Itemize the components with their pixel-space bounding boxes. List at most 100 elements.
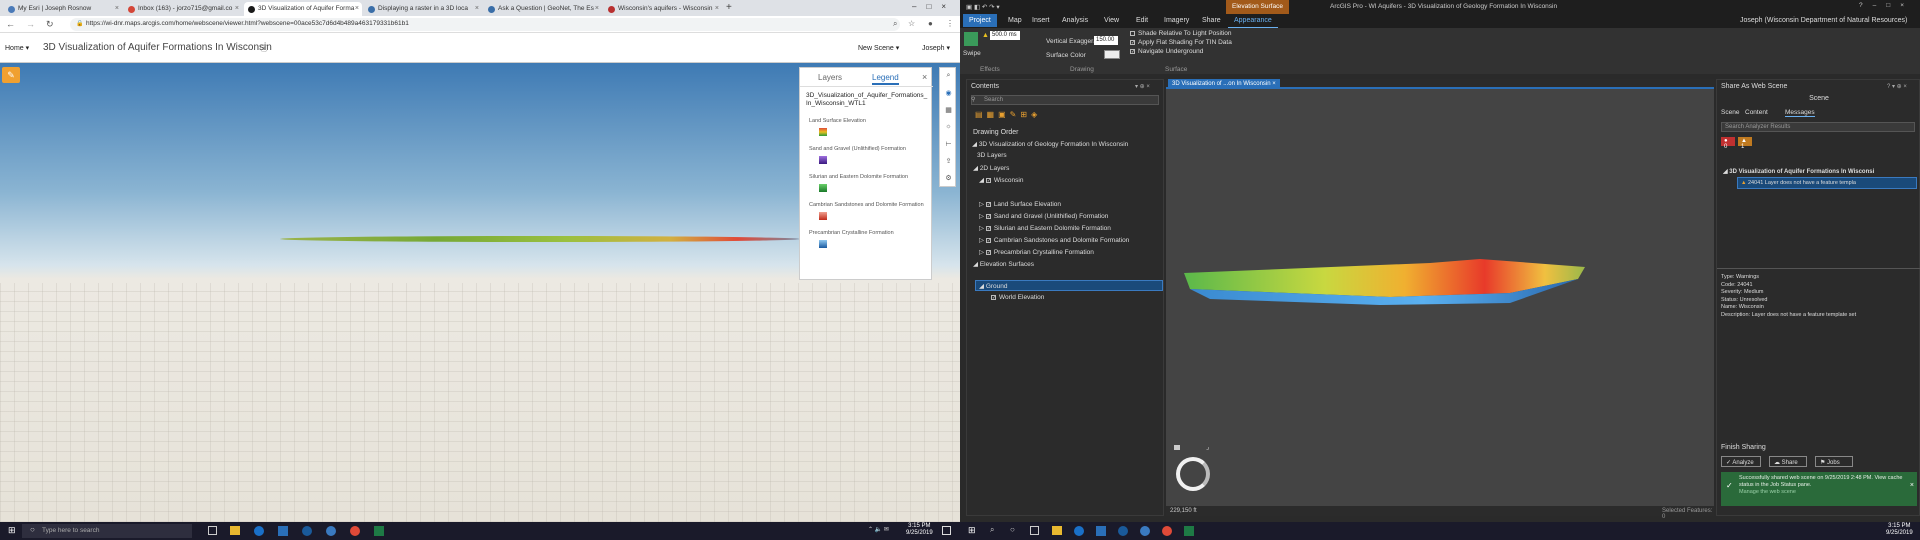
window-controls[interactable]: –□× [912,2,956,11]
contents-toolbar-icons[interactable]: ▤▦▣✎⊞◈ [975,110,1041,119]
notification-icon[interactable] [942,526,951,535]
checkbox-checked[interactable]: ✓ [985,237,991,243]
share-icon[interactable]: ⇪ [944,157,953,166]
tab-analysis[interactable]: Analysis [1062,17,1088,24]
close-icon[interactable]: × [715,5,719,12]
warning-message-row[interactable]: ▲ 24041 Layer does not have a feature te… [1737,177,1917,189]
tab-scene[interactable]: Scene [1721,109,1739,116]
browser-tab[interactable]: Inbox (163) - jorzo715@gmail.co × [124,2,242,16]
quick-access-icons[interactable]: ▣ ◧ ↶ ↷ ▾ [966,3,1000,11]
message-group-title[interactable]: ◢ 3D Visualization of Aquifer Formations… [1723,168,1917,175]
tab-share[interactable]: Share [1202,17,1221,24]
tab-edit[interactable]: Edit [1136,17,1148,24]
search-icon[interactable]: ⌕ [944,72,953,81]
jobs-button[interactable]: ⚑ Jobs [1815,456,1853,467]
window-controls[interactable]: ?–□× [1859,2,1914,9]
map-tab[interactable]: 3D Visualization of ...on In Wisconsin × [1168,79,1280,89]
filter-icon[interactable]: ⚲ [971,96,975,103]
info-icon[interactable]: ⓘ [260,43,268,54]
layer-precambrian[interactable]: ▷ ✓ Precambrian Crystalline Formation [979,248,1094,256]
reload-icon[interactable]: ↻ [46,19,54,30]
new-tab-button[interactable]: + [726,2,732,13]
contents-search[interactable]: Search [971,95,1159,105]
map-node[interactable]: ◢ 3D Visualization of Geology Formation … [972,140,1128,148]
browser-tab[interactable]: Wisconsin's aquifers - Wisconsin × [604,2,722,16]
flat-shading-checkbox[interactable]: ✓ Apply Flat Shading For TIN Data [1130,39,1232,46]
clock[interactable]: 3:15 PM 9/25/2019 [1886,523,1913,537]
edge-icon[interactable] [302,526,312,536]
account-icon[interactable]: ● [928,19,933,28]
browser-tab[interactable]: Ask a Question | GeoNet, The Es × [484,2,602,16]
edge-icon[interactable] [254,526,264,536]
shade-checkbox[interactable]: Shade Relative To Light Position [1130,30,1231,37]
settings-icon[interactable]: ⚙ [944,174,953,183]
tab-messages[interactable]: Messages [1785,109,1815,117]
map-view[interactable]: 3D Visualization of ...on In Wisconsin ×… [1166,79,1714,520]
layer-cambrian[interactable]: ▷ ✓ Cambrian Sandstones and Dolomite Form… [979,236,1129,244]
excel-icon[interactable] [1184,526,1194,536]
cortana-icon[interactable]: ○ [1010,525,1015,534]
surface-color-picker[interactable] [1104,50,1120,59]
group-elevation-surfaces[interactable]: ◢ Elevation Surfaces [973,260,1034,268]
pane-controls[interactable]: ? ▾ ⊕ × [1887,83,1907,90]
analyzer-search[interactable]: Search Analyzer Results [1721,122,1915,132]
navigate-underground-checkbox[interactable]: ✓ Navigate Underground [1130,48,1203,55]
clock[interactable]: 3:15 PM 9/25/2019 [906,523,933,537]
close-icon[interactable]: × [922,72,927,82]
layers-icon[interactable]: ◉ [944,89,953,98]
browser-tab[interactable]: My Esri | Joseph Rosnow × [4,2,122,16]
home-menu[interactable]: Home ▾ [5,44,29,52]
tray-icons[interactable]: ⌃ 🔈 ✉ [868,526,889,533]
layer-silurian[interactable]: ▷ ✓ Silurian and Eastern Dolomite Formati… [979,224,1111,232]
chrome-icon[interactable] [350,526,360,536]
file-explorer-icon[interactable] [230,526,240,535]
surface-ground[interactable]: ◢ Ground [979,282,1008,290]
tab-layers[interactable]: Layers [818,73,842,82]
analyze-button[interactable]: ✓ Analyze [1721,456,1761,467]
url-field[interactable]: https://wi-dnr.maps.arcgis.com/home/webs… [70,18,900,31]
tab-appearance[interactable]: Appearance [1228,14,1278,29]
chrome-icon[interactable] [1162,526,1172,536]
user-menu[interactable]: Joseph ▾ [922,44,950,52]
arcgis-icon[interactable] [326,526,336,536]
file-explorer-icon[interactable] [1052,526,1062,535]
basemap-icon[interactable]: ▦ [944,106,953,115]
windows-start-icon[interactable]: ⊞ [8,525,16,536]
close-icon[interactable]: × [235,5,239,12]
group-2d-layers[interactable]: ◢ 2D Layers [973,164,1009,172]
checkbox-checked[interactable]: ✓ [985,201,991,207]
lock-icon[interactable]: ▲ [982,32,989,39]
checkbox-checked[interactable]: ✓ [991,294,996,300]
task-view-icon[interactable] [208,526,217,535]
layer-sand-gravel[interactable]: ▷ ✓ Sand and Gravel (Unlithified) Formati… [979,212,1108,220]
search-box[interactable]: Type here to search [22,524,192,538]
tab-content[interactable]: Content [1745,109,1768,116]
camera-icon[interactable] [1174,445,1180,450]
user-account[interactable]: Joseph (Wisconsin Department of Natural … [1740,17,1907,24]
checkbox-checked[interactable]: ✓ [985,225,991,231]
outlook-icon[interactable] [1096,526,1106,536]
pane-controls[interactable]: ▾ ⊕ × [1135,83,1150,90]
tab-imagery[interactable]: Imagery [1164,17,1189,24]
scale-readout[interactable]: 229,150 ft [1170,508,1197,514]
expand-icon[interactable]: ⌟ [1206,443,1209,451]
tab-map[interactable]: Map [1008,17,1022,24]
search-icon[interactable]: ⌕ [893,19,897,29]
forward-icon[interactable]: → [26,19,35,29]
tab-insert[interactable]: Insert [1032,17,1050,24]
swipe-button[interactable]: Swipe [963,50,981,57]
tab-project[interactable]: Project [963,14,997,27]
checkbox-checked[interactable]: ✓ [985,177,991,183]
close-icon[interactable]: × [475,5,479,12]
task-view-icon[interactable] [1030,526,1039,535]
share-button[interactable]: ☁ Share [1769,456,1807,467]
layer-land-surface-elevation[interactable]: ▷ ✓ Land Surface Elevation [979,200,1061,208]
close-icon[interactable]: × [1910,482,1914,489]
windows-start-icon[interactable]: ⊞ [968,525,976,536]
arcgis-icon[interactable] [1140,526,1150,536]
star-icon[interactable]: ☆ [908,19,915,28]
edge-icon[interactable] [1118,526,1128,536]
menu-icon[interactable]: ⋮ [946,19,954,28]
tab-view[interactable]: View [1104,17,1119,24]
excel-icon[interactable] [374,526,384,536]
